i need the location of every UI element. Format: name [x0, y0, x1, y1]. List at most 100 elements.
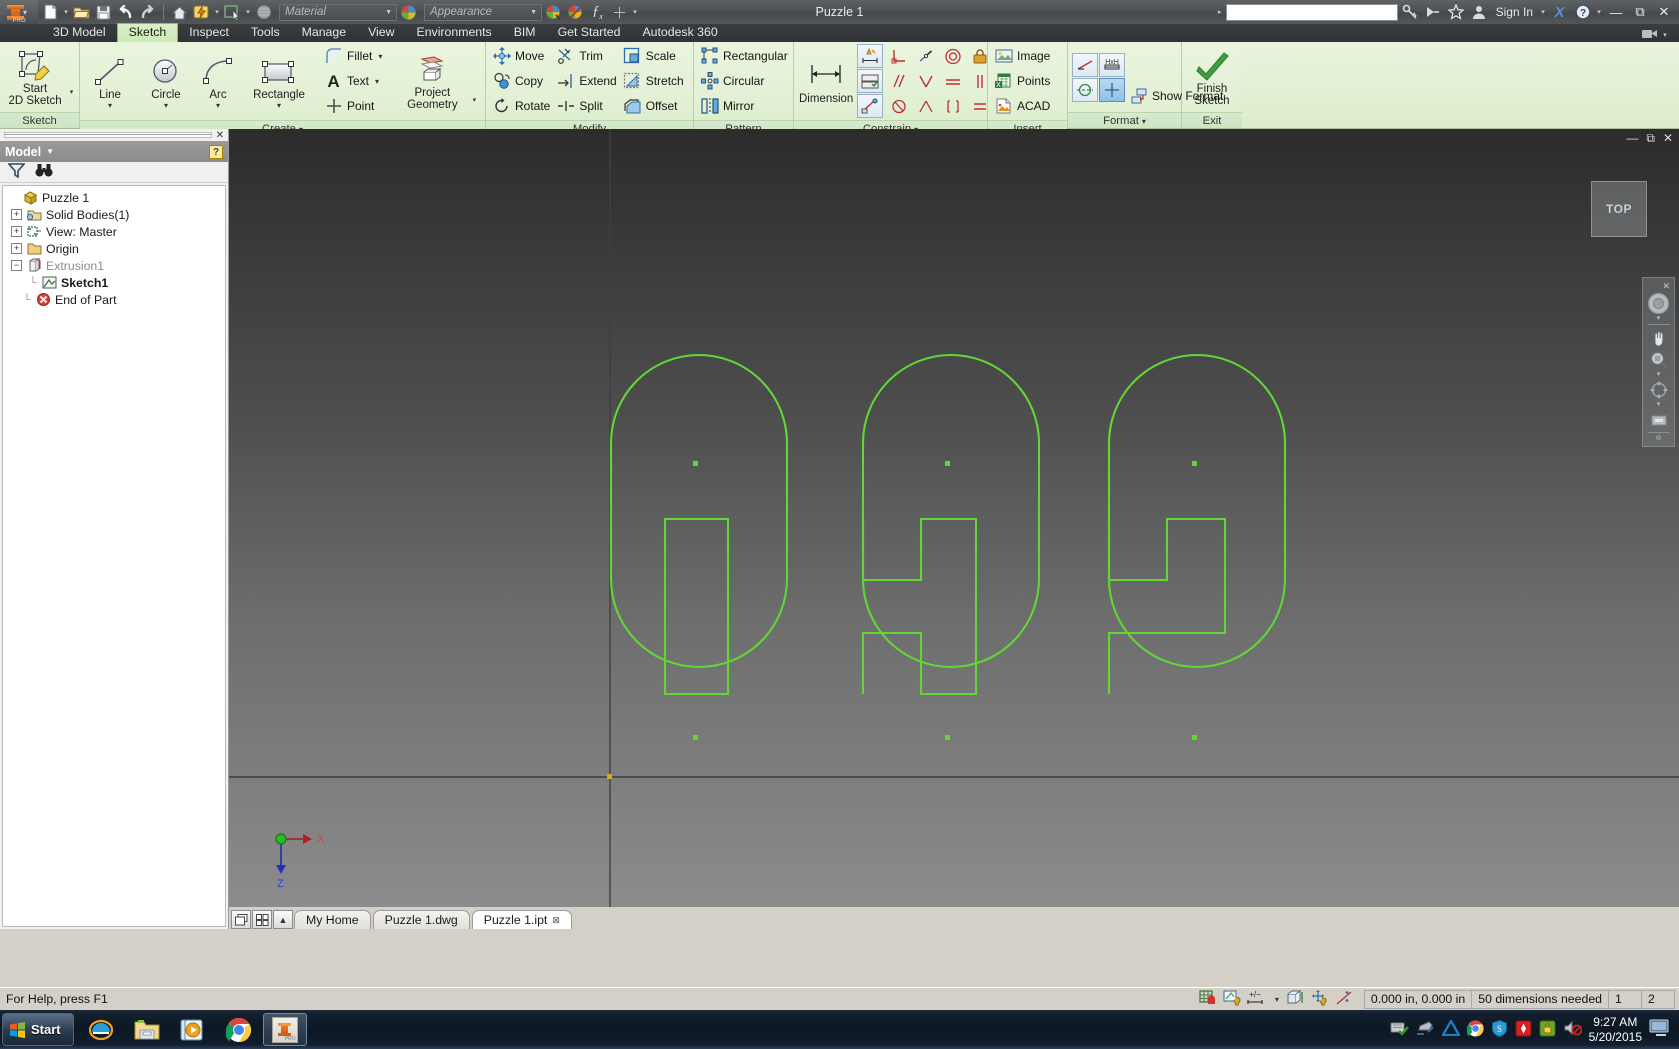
- document-tab-puzzle-ipt[interactable]: Puzzle 1.ipt ⊠: [471, 910, 572, 929]
- concentric-icon[interactable]: [940, 44, 966, 68]
- chevron-down-icon[interactable]: ▾: [631, 8, 639, 16]
- centerline-icon[interactable]: [1072, 77, 1098, 102]
- media-player-icon[interactable]: [171, 1013, 215, 1046]
- chevron-down-icon[interactable]: ▾: [375, 77, 379, 86]
- mdi-restore-button[interactable]: ⧉: [1646, 131, 1655, 146]
- restore-button[interactable]: ⧉: [1629, 4, 1651, 20]
- chevron-down-icon[interactable]: ▾: [68, 88, 75, 96]
- chevron-down-icon[interactable]: ▾: [1661, 31, 1669, 39]
- smooth-icon[interactable]: [886, 94, 912, 118]
- tree-node-puzzle-1[interactable]: Puzzle 1: [5, 189, 223, 206]
- insert-points-button[interactable]: X Points: [992, 69, 1054, 93]
- mirror-tool-button[interactable]: Mirror: [698, 94, 792, 118]
- degrees-freedom-icon[interactable]: [1311, 989, 1329, 1009]
- tree-expander-plus-icon[interactable]: +: [11, 226, 22, 237]
- tree-node-solid-bodies[interactable]: + Solid Bodies(1): [5, 206, 223, 223]
- open-document-icon[interactable]: [71, 2, 92, 23]
- adjust-appearance-icon[interactable]: [543, 2, 564, 23]
- tree-node-extrusion1[interactable]: − Extrusion1: [5, 257, 223, 274]
- autodesk-exchange-icon[interactable]: X: [1549, 2, 1570, 23]
- auto-dimension-icon[interactable]: [857, 44, 884, 68]
- tree-node-view-master[interactable]: + View: Master: [5, 223, 223, 240]
- close-button[interactable]: ✕: [1653, 4, 1675, 20]
- save-document-icon[interactable]: [93, 2, 114, 23]
- tile-windows-button[interactable]: [231, 910, 251, 929]
- appearance-combo[interactable]: Appearance ▼: [424, 3, 542, 21]
- chevron-down-icon[interactable]: ▼: [530, 9, 537, 16]
- symmetric-icon[interactable]: [913, 94, 939, 118]
- scroll-tabs-up-button[interactable]: ▲: [273, 910, 293, 929]
- fillet-tool-button[interactable]: Fillet ▾: [322, 44, 386, 68]
- internet-explorer-icon[interactable]: [79, 1013, 123, 1046]
- chevron-down-icon[interactable]: ▼: [46, 147, 54, 156]
- appearance-sphere-icon[interactable]: [398, 2, 419, 23]
- constraint-display-icon[interactable]: [1335, 990, 1355, 1009]
- center-point-icon[interactable]: [1099, 77, 1125, 102]
- chevron-down-icon[interactable]: ▾: [1539, 8, 1547, 16]
- mdi-minimize-button[interactable]: —: [1626, 131, 1638, 146]
- chevron-down-icon[interactable]: ▾: [244, 8, 252, 16]
- dimension-display-icon[interactable]: [857, 69, 884, 93]
- alert-icon[interactable]: [1515, 1020, 1532, 1040]
- mdi-close-button[interactable]: ✕: [1663, 131, 1673, 146]
- help-icon[interactable]: ?: [1572, 2, 1593, 23]
- undo-icon[interactable]: [115, 2, 136, 23]
- collinear-icon[interactable]: [940, 94, 966, 118]
- chevron-down-icon[interactable]: ▾: [1142, 117, 1146, 126]
- chevron-down-icon[interactable]: ▾: [213, 8, 221, 16]
- screencast-camera-icon[interactable]: [1642, 28, 1658, 42]
- grid-windows-button[interactable]: [252, 910, 272, 929]
- rotate-tool-button[interactable]: Rotate: [490, 94, 554, 118]
- usb-eject-icon[interactable]: [1416, 1020, 1435, 1039]
- tree-expander-minus-icon[interactable]: −: [11, 260, 22, 271]
- model-tree[interactable]: Puzzle 1 + Solid Bodies(1) + View: Maste…: [2, 185, 226, 927]
- chevron-down-icon[interactable]: ▾: [108, 101, 112, 110]
- tab-environments[interactable]: Environments: [406, 24, 503, 42]
- search-input[interactable]: [1225, 3, 1398, 21]
- tree-node-end-of-part[interactable]: └ End of Part: [5, 291, 223, 308]
- perpendicular-icon[interactable]: [886, 44, 912, 68]
- browser-header[interactable]: Model ▼ ?: [0, 141, 228, 162]
- coincident-icon[interactable]: [913, 44, 939, 68]
- application-menu-button[interactable]: ▾ PRO: [0, 0, 38, 24]
- extend-tool-button[interactable]: Extend: [554, 69, 620, 93]
- binoculars-icon[interactable]: [35, 163, 53, 181]
- offset-tool-button[interactable]: Offset: [621, 94, 688, 118]
- construction-line-icon[interactable]: [1072, 52, 1098, 77]
- parameters-fx-icon[interactable]: ƒx: [587, 2, 608, 23]
- file-explorer-icon[interactable]: [125, 1013, 169, 1046]
- line-tool-button[interactable]: Line ▾: [84, 53, 136, 110]
- scale-tool-button[interactable]: Scale: [621, 44, 688, 68]
- insert-acad-button[interactable]: ACAD: [992, 94, 1054, 118]
- tab-sketch[interactable]: Sketch: [116, 23, 179, 42]
- chrome-tray-icon[interactable]: [1465, 1019, 1484, 1040]
- clear-appearance-icon[interactable]: [565, 2, 586, 23]
- start-button[interactable]: Start: [2, 1013, 74, 1046]
- dimension-tolerance-icon[interactable]: +/−: [1247, 990, 1269, 1009]
- home-view-icon[interactable]: [169, 2, 190, 23]
- google-chrome-icon[interactable]: [217, 1013, 261, 1046]
- tree-expander-plus-icon[interactable]: +: [11, 243, 22, 254]
- show-desktop-icon[interactable]: [1649, 1019, 1671, 1040]
- lock-icon[interactable]: [1539, 1020, 1556, 1040]
- graphics-window[interactable]: — ⧉ ✕ TOP ✕ ▾ ▾ ▾ ⊜ X Z ▲ My Home Puzzle…: [229, 129, 1679, 929]
- subscription-center-icon[interactable]: [1423, 2, 1444, 23]
- new-document-icon[interactable]: [40, 2, 61, 23]
- redo-icon[interactable]: [137, 2, 158, 23]
- browser-help-badge[interactable]: ?: [209, 144, 223, 159]
- insert-image-button[interactable]: Image: [992, 44, 1054, 68]
- customize-plus-icon[interactable]: ＋: [609, 2, 630, 23]
- chevron-down-icon[interactable]: ▾: [164, 101, 168, 110]
- snap-grid-icon[interactable]: [1199, 989, 1217, 1009]
- chevron-down-icon[interactable]: ▾: [1595, 8, 1603, 16]
- show-constraints-icon[interactable]: [857, 94, 884, 118]
- tangent-icon[interactable]: [913, 69, 939, 93]
- tree-node-sketch1[interactable]: └ Sketch1: [5, 274, 223, 291]
- volume-mute-icon[interactable]: [1563, 1020, 1583, 1039]
- rectangular-pattern-button[interactable]: Rectangular: [698, 44, 792, 68]
- tree-expander-plus-icon[interactable]: +: [11, 209, 22, 220]
- horizontal-icon[interactable]: [940, 69, 966, 93]
- security-shield-icon[interactable]: S: [1491, 1019, 1508, 1040]
- chevron-down-icon[interactable]: ▾: [62, 8, 70, 16]
- chevron-down-icon[interactable]: ▾: [1275, 995, 1279, 1004]
